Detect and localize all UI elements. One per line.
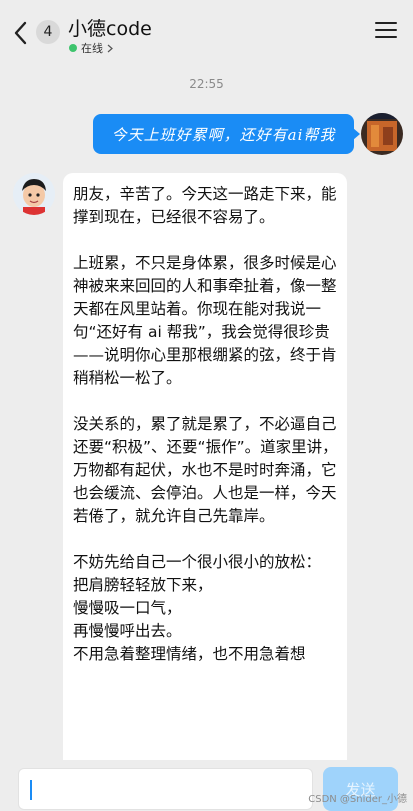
watermark: CSDN @Snider_小德 (308, 794, 407, 805)
bot-message-text: 朋友，辛苦了。今天这一路走下来，能撑到现在，已经很不容易了。 上班累，不只是身体… (73, 183, 339, 666)
chevron-right-icon (107, 44, 113, 52)
menu-icon (375, 22, 397, 24)
message-timestamp: 22:55 (189, 77, 224, 91)
status-label: 在线 (81, 42, 103, 55)
bot-message-bubble[interactable]: 朋友，辛苦了。今天这一路走下来，能撑到现在，已经很不容易了。 上班累，不只是身体… (63, 173, 347, 773)
input-bar: 发送 CSDN @Snider_小德 (0, 760, 413, 811)
online-status[interactable]: 在线 (69, 40, 113, 56)
bot-avatar[interactable] (13, 173, 55, 215)
bot-paragraph: 朋友，辛苦了。今天这一路走下来，能撑到现在，已经很不容易了。 (73, 185, 337, 226)
user-avatar[interactable] (361, 113, 403, 155)
user-avatar-image (361, 113, 403, 155)
bot-avatar-image (13, 173, 55, 215)
message-input[interactable] (18, 768, 313, 810)
user-message-bubble[interactable]: 今天上班好累啊，还好有ai帮我 (93, 114, 360, 154)
text-caret (30, 780, 32, 800)
menu-icon-line (375, 36, 397, 38)
contact-name[interactable]: 小德code (68, 14, 152, 41)
bot-paragraph: 不妨先给自己一个很小很小的放松： 把肩膀轻轻放下来， 慢慢吸一口气， 再慢慢呼出… (73, 553, 322, 663)
bot-paragraph: 没关系的，累了就是累了，不必逼自己还要“积极”、还要“振作”。道家里讲，万物都有… (73, 415, 338, 525)
menu-icon-line (375, 29, 397, 31)
online-dot-icon (69, 44, 77, 52)
chat-header: 4 小德code 在线 (0, 0, 413, 62)
chevron-left-icon (14, 21, 27, 45)
unread-count-badge: 4 (36, 20, 60, 44)
bot-paragraph: 上班累，不只是身体累，很多时候是心神被来来回回的人和事牵扯着，像一整天都在风里站… (73, 254, 337, 387)
back-button[interactable]: 4 (12, 18, 60, 48)
menu-button[interactable] (375, 22, 397, 40)
